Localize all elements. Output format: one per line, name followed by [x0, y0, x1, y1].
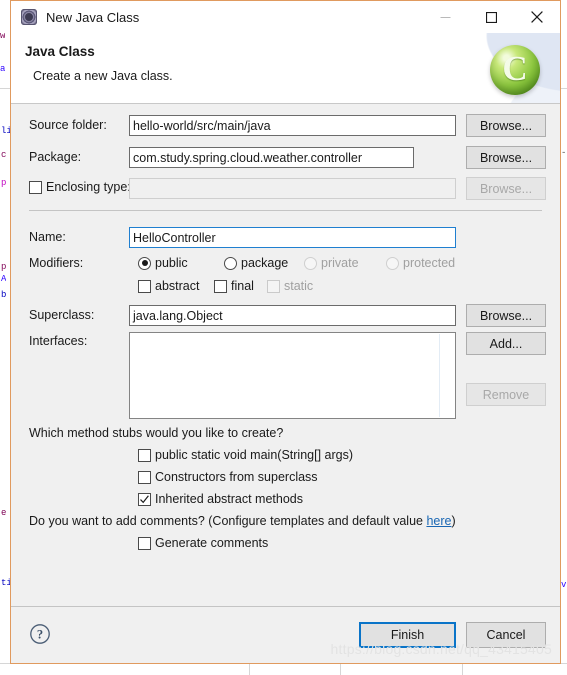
background-code-fragment: a — [0, 64, 6, 74]
maximize-button[interactable] — [468, 1, 514, 33]
modifier-radio-package[interactable]: package — [224, 256, 288, 270]
modifier-checkbox-abstract[interactable]: abstract — [138, 279, 199, 293]
comments-question: Do you want to add comments? (Configure … — [29, 514, 456, 528]
java-class-icon — [21, 9, 37, 25]
checkbox-static-label: static — [284, 279, 314, 293]
close-button[interactable] — [514, 1, 560, 33]
cancel-button[interactable]: Cancel — [466, 622, 546, 648]
class-name-input[interactable]: HelloController — [129, 227, 456, 248]
window-controls — [422, 1, 560, 33]
checkbox-inherited-label: Inherited abstract methods — [155, 492, 303, 506]
checkbox-main-label: public static void main(String[] args) — [155, 448, 353, 462]
configure-templates-link[interactable]: here — [426, 514, 451, 528]
background-code-fragment: p — [1, 262, 7, 272]
interfaces-scrollbar[interactable] — [439, 334, 454, 417]
superclass-browse-button[interactable]: Browse... — [466, 304, 546, 327]
radio-private-box — [304, 256, 317, 270]
generate-comments-checkbox[interactable]: Generate comments — [138, 536, 268, 550]
radio-protected-box — [386, 256, 399, 270]
page-subtitle: Create a new Java class. — [33, 69, 173, 83]
enclosing-type-input — [129, 178, 456, 199]
dialog-titlebar[interactable]: New Java Class — [11, 1, 560, 33]
interfaces-listbox[interactable] — [129, 332, 456, 419]
new-java-class-dialog: New Java Class Java Class Create a new J… — [10, 0, 561, 664]
radio-package-box — [224, 256, 237, 270]
background-code-fragment: p — [1, 178, 7, 188]
interfaces-label: Interfaces: — [29, 334, 88, 348]
method-stubs-question: Which method stubs would you like to cre… — [29, 426, 284, 440]
help-icon[interactable]: ? — [29, 623, 51, 645]
eclipse-c-logo-icon: C — [490, 45, 540, 95]
background-divider — [249, 663, 250, 675]
dialog-title: New Java Class — [46, 9, 140, 25]
radio-package-label: package — [241, 256, 289, 270]
checkbox-generate-comments-box — [138, 536, 151, 550]
package-input[interactable]: com.study.spring.cloud.weather.controlle… — [129, 147, 414, 168]
comments-question-suffix: ) — [451, 514, 456, 528]
enclosing-type-browse-button: Browse... — [466, 177, 546, 200]
radio-protected-label: protected — [403, 256, 456, 270]
radio-private-label: private — [321, 256, 359, 270]
section-separator — [29, 210, 542, 211]
background-code-fragment: c — [1, 150, 7, 160]
svg-text:?: ? — [37, 628, 43, 642]
source-folder-browse-button[interactable]: Browse... — [466, 114, 546, 137]
interfaces-add-button[interactable]: Add... — [466, 332, 546, 355]
enclosing-type-label: Enclosing type: — [46, 180, 131, 194]
checkbox-static-box — [267, 279, 280, 293]
checkbox-generate-comments-label: Generate comments — [155, 536, 269, 550]
modifier-radio-public[interactable]: public — [138, 256, 188, 270]
enclosing-type-checkbox-box — [29, 180, 42, 194]
radio-public-label: public — [155, 256, 188, 270]
modifier-checkbox-final[interactable]: final — [214, 279, 254, 293]
minimize-button[interactable] — [422, 1, 468, 33]
checkbox-constructors-label: Constructors from superclass — [155, 470, 318, 484]
page-title: Java Class — [25, 44, 95, 59]
background-code-fragment: b — [1, 290, 7, 300]
background-divider — [462, 663, 463, 675]
interfaces-remove-button: Remove — [466, 383, 546, 406]
checkbox-final-label: final — [231, 279, 254, 293]
package-label: Package: — [29, 150, 82, 164]
comments-question-prefix: Do you want to add comments? (Configure … — [29, 514, 427, 528]
background-code-fragment: w — [0, 31, 6, 41]
modifier-radio-protected: protected — [386, 256, 455, 270]
checkbox-main-box — [138, 448, 151, 462]
background-code-fragment: v — [561, 580, 567, 590]
modifiers-label: Modifiers: — [29, 256, 84, 270]
source-folder-label: Source folder: — [29, 118, 107, 132]
background-divider — [340, 663, 341, 675]
checkbox-abstract-box — [138, 279, 151, 293]
background-code-fragment: - — [561, 148, 567, 158]
checkbox-constructors-box — [138, 470, 151, 484]
stub-checkbox-inherited[interactable]: Inherited abstract methods — [138, 492, 303, 506]
name-label: Name: — [29, 230, 66, 244]
dialog-body: Source folder: hello-world/src/main/java… — [11, 104, 560, 606]
finish-button[interactable]: Finish — [359, 622, 456, 648]
dialog-footer: ? Finish Cancel — [11, 606, 560, 663]
source-folder-input[interactable]: hello-world/src/main/java — [129, 115, 456, 136]
package-browse-button[interactable]: Browse... — [466, 146, 546, 169]
background-code-fragment: e — [1, 508, 7, 518]
modifier-radio-private: private — [304, 256, 359, 270]
checkbox-inherited-box — [138, 492, 151, 506]
enclosing-type-checkbox[interactable]: Enclosing type: — [29, 180, 131, 194]
stub-checkbox-main[interactable]: public static void main(String[] args) — [138, 448, 353, 462]
checkbox-abstract-label: abstract — [155, 279, 200, 293]
stub-checkbox-constructors[interactable]: Constructors from superclass — [138, 470, 318, 484]
superclass-input[interactable]: java.lang.Object — [129, 305, 456, 326]
radio-public-box — [138, 256, 151, 270]
checkbox-final-box — [214, 279, 227, 293]
background-code-fragment: A — [1, 274, 7, 284]
superclass-label: Superclass: — [29, 308, 95, 322]
modifier-checkbox-static: static — [267, 279, 313, 293]
dialog-header: Java Class Create a new Java class. C — [11, 33, 560, 104]
